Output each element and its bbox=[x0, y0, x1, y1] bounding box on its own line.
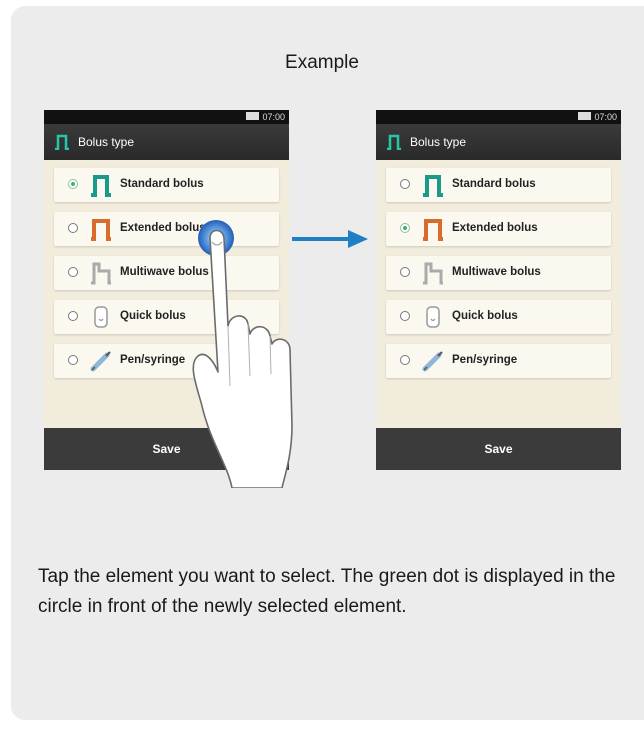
arrow-right-icon bbox=[292, 230, 368, 248]
extended-bolus-icon bbox=[91, 219, 111, 241]
quick-bolus-icon bbox=[94, 306, 108, 328]
list-item-quick-bolus[interactable]: Quick bolus bbox=[386, 300, 611, 334]
status-time: 07:00 bbox=[262, 112, 285, 122]
list-item-label: Quick bolus bbox=[452, 310, 518, 322]
status-time: 07:00 bbox=[594, 112, 617, 122]
standard-bolus-icon bbox=[423, 175, 443, 197]
battery-icon bbox=[246, 112, 260, 120]
radio-button[interactable] bbox=[400, 355, 410, 365]
list-item-pen-syringe[interactable]: Pen/syringe bbox=[386, 344, 611, 378]
radio-button[interactable] bbox=[400, 179, 410, 189]
radio-button[interactable] bbox=[68, 179, 78, 189]
list-item-label: Standard bolus bbox=[120, 178, 204, 190]
pen-syringe-icon bbox=[422, 351, 443, 372]
list-item-extended-bolus[interactable]: Extended bolus bbox=[386, 212, 611, 246]
extended-bolus-icon bbox=[423, 219, 443, 241]
save-button[interactable]: Save bbox=[376, 428, 621, 470]
list-item-multiwave-bolus[interactable]: Multiwave bolus bbox=[386, 256, 611, 290]
screen-title: Bolus type bbox=[410, 135, 467, 149]
status-bar: 07:00 bbox=[376, 110, 621, 124]
multiwave-bolus-icon bbox=[91, 262, 111, 285]
quick-bolus-icon bbox=[426, 306, 440, 328]
list-item-label: Pen/syringe bbox=[120, 354, 186, 366]
phone-screen-after: 07:00 Bolus type Standard bolus Extended… bbox=[376, 110, 621, 470]
example-title: Example bbox=[285, 52, 359, 73]
list-item-label: Quick bolus bbox=[120, 310, 186, 322]
radio-button[interactable] bbox=[68, 355, 78, 365]
standard-bolus-icon bbox=[387, 134, 401, 150]
tap-hand-icon bbox=[192, 220, 293, 488]
list-item-standard-bolus[interactable]: Standard bolus bbox=[54, 168, 279, 202]
standard-bolus-icon bbox=[55, 134, 69, 150]
list-item-label: Multiwave bolus bbox=[452, 266, 541, 278]
title-bar: Bolus type bbox=[44, 124, 289, 160]
status-bar: 07:00 bbox=[44, 110, 289, 124]
screen-title: Bolus type bbox=[78, 135, 135, 149]
instruction-text: Tap the element you want to select. The … bbox=[38, 566, 616, 617]
title-bar: Bolus type bbox=[376, 124, 621, 160]
radio-button[interactable] bbox=[68, 311, 78, 321]
list-item-label: Extended bolus bbox=[452, 222, 538, 234]
list-item-standard-bolus[interactable]: Standard bolus bbox=[386, 168, 611, 202]
battery-icon bbox=[578, 112, 592, 120]
list-item-label: Standard bolus bbox=[452, 178, 536, 190]
pen-syringe-icon bbox=[90, 351, 111, 372]
multiwave-bolus-icon bbox=[423, 262, 443, 285]
radio-button[interactable] bbox=[400, 223, 410, 233]
radio-button[interactable] bbox=[400, 267, 410, 277]
radio-button[interactable] bbox=[68, 267, 78, 277]
radio-button[interactable] bbox=[68, 223, 78, 233]
list-item-label: Pen/syringe bbox=[452, 354, 518, 366]
radio-button[interactable] bbox=[400, 311, 410, 321]
standard-bolus-icon bbox=[91, 175, 111, 197]
